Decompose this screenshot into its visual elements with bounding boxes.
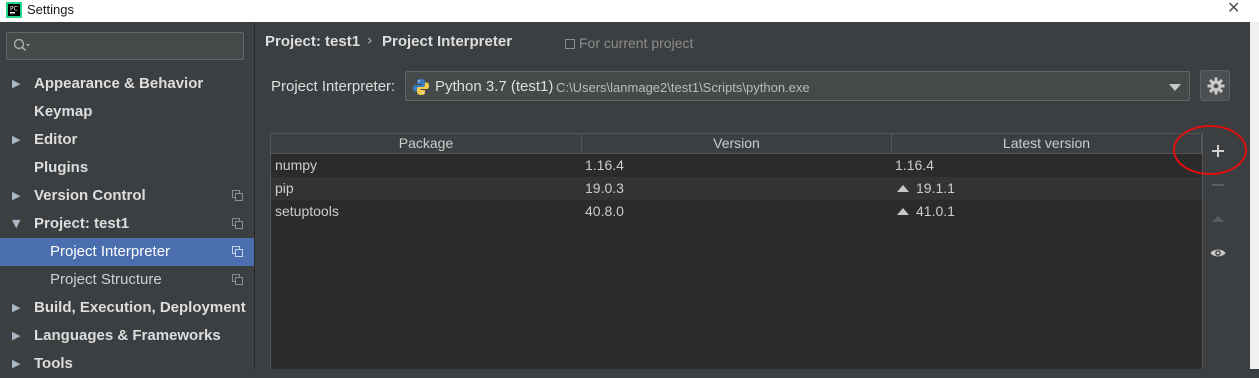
sidebar-item-appearance-behavior[interactable]: ▶ Appearance & Behavior — [0, 70, 254, 98]
interpreter-path: C:\Users\lanmage2\test1\Scripts\python.e… — [556, 80, 810, 95]
package-version: 1.16.4 — [585, 157, 624, 173]
package-version: 40.8.0 — [585, 203, 624, 219]
breadcrumb-parent[interactable]: Project: test1 — [265, 33, 360, 50]
project-scope-icon — [232, 218, 243, 229]
chevron-right-icon: ▶ — [12, 329, 21, 342]
packages-table: Package Version Latest version numpy 1.1… — [270, 133, 1202, 369]
project-scope-icon — [565, 39, 575, 49]
eye-icon — [1210, 249, 1226, 257]
scope-note: For current project — [565, 35, 693, 51]
settings-sidebar: ▶ Appearance & Behavior Keymap ▶ Editor … — [0, 22, 254, 372]
chevron-right-icon: ▶ — [12, 77, 21, 90]
chevron-down-icon: ▼ — [12, 217, 21, 230]
upgrade-available-icon — [897, 208, 909, 215]
upgrade-available-icon — [897, 185, 909, 192]
window-title: Settings — [27, 2, 74, 17]
project-scope-icon — [232, 190, 243, 201]
sidebar-item-label: Editor — [34, 131, 78, 148]
sidebar-item-label: Project: test1 — [34, 215, 130, 232]
table-row[interactable]: setuptools 40.8.0 41.0.1 — [271, 200, 1202, 223]
package-latest: 41.0.1 — [897, 203, 955, 219]
sidebar-item-plugins[interactable]: Plugins — [0, 154, 254, 182]
window-title-bar: PC Settings ✕ — [0, 0, 1259, 22]
python-icon — [413, 79, 429, 95]
chevron-right-icon: ▶ — [12, 189, 21, 202]
package-latest: 19.1.1 — [897, 180, 955, 196]
package-version: 19.0.3 — [585, 180, 624, 196]
sidebar-item-build-execution-deployment[interactable]: ▶ Build, Execution, Deployment — [0, 294, 254, 322]
window-edge — [1250, 22, 1259, 369]
pycharm-app-icon: PC — [6, 2, 22, 18]
interpreter-select[interactable]: Python 3.7 (test1) C:\Users\lanmage2\tes… — [405, 71, 1190, 101]
sidebar-item-label: Project Interpreter — [50, 243, 171, 260]
gear-icon — [1207, 77, 1225, 95]
sidebar-item-project-interpreter[interactable]: Project Interpreter — [0, 238, 254, 266]
close-icon[interactable]: ✕ — [1227, 0, 1243, 16]
project-scope-icon — [232, 274, 243, 285]
search-input[interactable] — [6, 32, 244, 60]
sidebar-item-label: Build, Execution, Deployment — [34, 299, 246, 316]
interpreter-settings-button[interactable] — [1200, 70, 1230, 101]
scope-note-text: For current project — [579, 35, 694, 51]
show-early-releases-button[interactable] — [1203, 241, 1233, 265]
package-latest: 1.16.4 — [895, 157, 934, 173]
sidebar-item-languages-frameworks[interactable]: ▶ Languages & Frameworks — [0, 322, 254, 350]
sidebar-item-label: Keymap — [34, 103, 93, 120]
breadcrumb-separator: › — [367, 33, 373, 49]
project-scope-icon — [232, 246, 243, 257]
table-row[interactable]: pip 19.0.3 19.1.1 — [271, 177, 1202, 200]
search-icon — [13, 38, 30, 52]
settings-content-panel: Project: test1 › Project Interpreter For… — [255, 22, 1259, 369]
sidebar-item-project-test1[interactable]: ▼ Project: test1 — [0, 210, 254, 238]
sidebar-item-version-control[interactable]: ▶ Version Control — [0, 182, 254, 210]
sidebar-item-label: Plugins — [34, 159, 89, 176]
table-row[interactable]: numpy 1.16.4 1.16.4 — [271, 154, 1202, 177]
dropdown-arrow-icon[interactable] — [1169, 84, 1181, 91]
column-header-version[interactable]: Version — [582, 134, 892, 154]
interpreter-label: Project Interpreter: — [271, 78, 396, 95]
sidebar-item-label: Project Structure — [50, 271, 162, 288]
sidebar-item-keymap[interactable]: Keymap — [0, 98, 254, 126]
upgrade-icon — [1212, 216, 1224, 222]
upgrade-package-button[interactable] — [1203, 207, 1233, 231]
chevron-right-icon: ▶ — [12, 301, 21, 314]
package-name: pip — [275, 180, 294, 196]
sidebar-item-editor[interactable]: ▶ Editor — [0, 126, 254, 154]
remove-icon — [1212, 184, 1224, 186]
sidebar-item-label: Tools — [34, 355, 73, 372]
sidebar-item-tools[interactable]: ▶ Tools — [0, 350, 254, 378]
package-name: numpy — [275, 157, 318, 173]
sidebar-item-label: Version Control — [34, 187, 146, 204]
column-header-latest-version[interactable]: Latest version — [892, 134, 1202, 154]
package-name: setuptools — [275, 203, 339, 219]
sidebar-item-label: Appearance & Behavior — [34, 75, 204, 92]
chevron-right-icon: ▶ — [12, 133, 21, 146]
package-latest-value: 41.0.1 — [916, 203, 955, 219]
sidebar-item-label: Languages & Frameworks — [34, 327, 221, 344]
page-title: Project Interpreter — [382, 33, 513, 50]
sidebar-item-project-structure[interactable]: Project Structure — [0, 266, 254, 294]
annotation-circle — [1173, 125, 1247, 175]
package-latest-value: 19.1.1 — [916, 180, 955, 196]
interpreter-name: Python 3.7 (test1) — [435, 78, 554, 95]
column-header-package[interactable]: Package — [271, 134, 582, 154]
svg-text:PC: PC — [10, 6, 18, 13]
uninstall-package-button[interactable] — [1203, 173, 1233, 197]
